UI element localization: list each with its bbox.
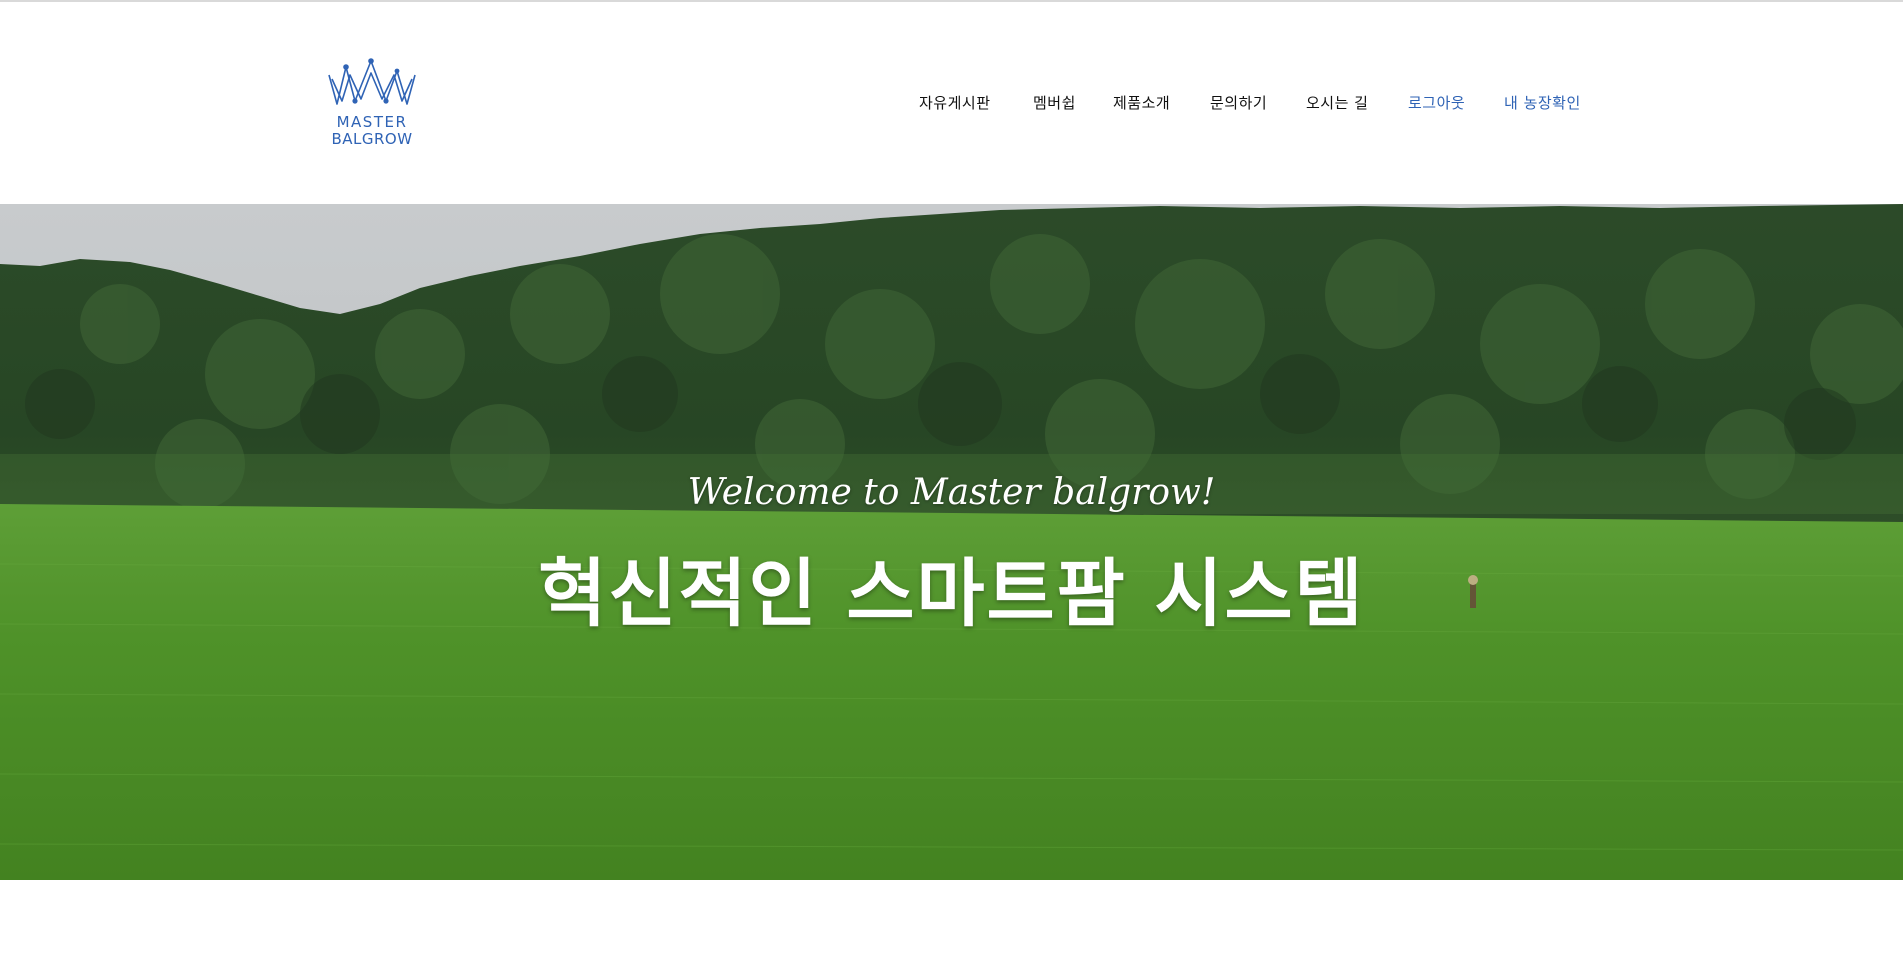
crown-icon [328, 58, 416, 105]
hero-welcome-text: Welcome to Master balgrow! [687, 472, 1216, 513]
nav-free-board[interactable]: 자유게시판 [919, 92, 991, 114]
logo-text-line2: BALGROW [331, 130, 413, 148]
hero-title: 혁신적인 스마트팜 시스템 [538, 551, 1365, 637]
nav-contact[interactable]: 문의하기 [1210, 92, 1267, 114]
nav-membership[interactable]: 멤버쉽 [1033, 92, 1076, 114]
nav-logout[interactable]: 로그아웃 [1408, 92, 1465, 114]
logo-text-line1: MASTER [336, 113, 408, 131]
nav-directions[interactable]: 오시는 길 [1306, 92, 1368, 114]
site-logo[interactable]: MASTER BALGROW [326, 57, 418, 153]
nav-my-farm[interactable]: 내 농장확인 [1504, 92, 1581, 114]
hero-banner: Welcome to Master balgrow! 혁신적인 스마트팜 시스템 [0, 204, 1903, 880]
site-header: MASTER BALGROW 자유게시판 멤버쉽 제품소개 문의하기 오시는 길… [0, 2, 1903, 204]
nav-products[interactable]: 제품소개 [1113, 92, 1170, 114]
